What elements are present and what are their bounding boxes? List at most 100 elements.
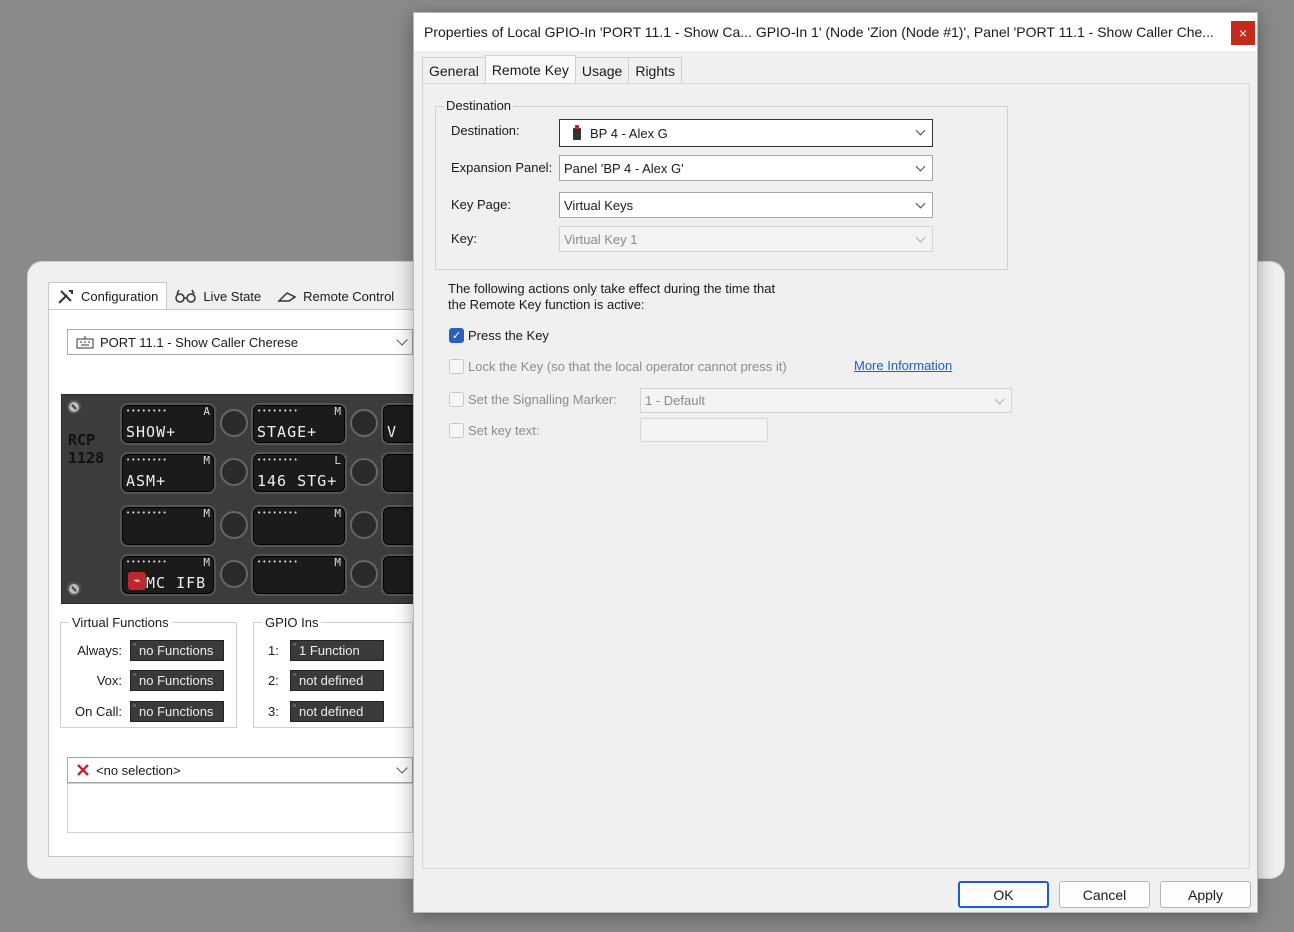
gpio-label: 2: bbox=[268, 673, 279, 688]
dialog-title: Properties of Local GPIO-In 'PORT 11.1 -… bbox=[424, 24, 1214, 40]
press-key-label: Press the Key bbox=[468, 328, 549, 343]
key-leds: •••••••• bbox=[126, 509, 168, 517]
key-knob[interactable] bbox=[220, 409, 248, 437]
key-mode: L bbox=[334, 454, 341, 467]
key-knob[interactable] bbox=[350, 511, 378, 539]
key-select[interactable]: Virtual Key 1 bbox=[559, 226, 933, 252]
screw-icon bbox=[67, 400, 81, 414]
panel-key[interactable]: •••••••• M bbox=[120, 505, 216, 547]
panel-key[interactable]: •••••••• M bbox=[251, 554, 347, 596]
panel-key[interactable]: •••••••• M STAGE+ bbox=[251, 403, 347, 445]
set-key-text-checkbox-row[interactable]: Set key text: bbox=[449, 423, 540, 438]
properties-dialog: Properties of Local GPIO-In 'PORT 11.1 -… bbox=[413, 12, 1258, 913]
destination-group-title: Destination bbox=[444, 98, 514, 113]
lock-key-checkbox-row[interactable]: Lock the Key (so that the local operator… bbox=[449, 359, 787, 374]
selection-combo[interactable]: <no selection> bbox=[67, 757, 413, 783]
key-page-value: Virtual Keys bbox=[564, 197, 634, 213]
tab-remote-key[interactable]: Remote Key bbox=[484, 55, 576, 83]
tab-configuration[interactable]: Configuration bbox=[48, 282, 168, 310]
panel-key[interactable]: •••••••• M ⌁ MC IFB bbox=[120, 554, 216, 596]
chevron-down-icon bbox=[915, 232, 926, 243]
key-label: 146 STG+ bbox=[257, 472, 338, 490]
vf-value[interactable]: no Functions bbox=[130, 699, 224, 722]
tab-usage[interactable]: Usage bbox=[574, 57, 630, 83]
key-label: V bbox=[387, 423, 398, 441]
tab-live-state[interactable]: Live State bbox=[167, 282, 269, 310]
key-label: ASM+ bbox=[126, 472, 167, 490]
tools-icon bbox=[58, 289, 73, 304]
key-mode: M bbox=[334, 507, 341, 520]
more-information-link[interactable]: More Information bbox=[854, 358, 952, 373]
gpio-row: 1: 1 Function bbox=[268, 638, 384, 661]
expansion-panel-label: Expansion Panel: bbox=[451, 160, 553, 175]
panel-select[interactable]: PORT 11.1 - Show Caller Cherese bbox=[67, 329, 413, 355]
device-model-label: RCP 1128 bbox=[68, 431, 104, 467]
gpio-row: 2: not defined bbox=[268, 668, 384, 691]
gpio-value[interactable]: not defined bbox=[290, 668, 384, 691]
tab-general[interactable]: General bbox=[422, 57, 486, 83]
virtual-function-row: Vox: no Functions bbox=[97, 668, 224, 691]
panel-key[interactable]: •••••••• M bbox=[251, 505, 347, 547]
red-x-icon bbox=[77, 764, 89, 776]
lock-key-checkbox[interactable] bbox=[449, 359, 464, 374]
tab-rights[interactable]: Rights bbox=[628, 57, 683, 83]
gpio-value[interactable]: 1 Function bbox=[290, 638, 384, 661]
destination-value: BP 4 - Alex G bbox=[590, 125, 668, 141]
destination-select[interactable]: BP 4 - Alex G bbox=[559, 119, 933, 147]
press-key-checkbox[interactable]: ✓ bbox=[449, 328, 464, 343]
close-button[interactable]: × bbox=[1231, 21, 1255, 45]
screw-icon bbox=[67, 582, 81, 596]
key-knob[interactable] bbox=[220, 560, 248, 588]
close-icon: × bbox=[1238, 25, 1248, 41]
dialog-titlebar: Properties of Local GPIO-In 'PORT 11.1 -… bbox=[414, 13, 1257, 51]
apply-button[interactable]: Apply bbox=[1160, 881, 1251, 908]
key-mode: A bbox=[203, 405, 210, 418]
gpio-row: 3: not defined bbox=[268, 699, 384, 722]
key-mode: M bbox=[203, 454, 210, 467]
key-label: STAGE+ bbox=[257, 423, 318, 441]
ok-button[interactable]: OK bbox=[958, 881, 1049, 908]
signalling-marker-checkbox-row[interactable]: Set the Signalling Marker: bbox=[449, 392, 617, 407]
key-mode: M bbox=[203, 556, 210, 569]
panel-key[interactable]: •••••••• L 146 STG+ bbox=[251, 452, 347, 494]
set-key-text-checkbox[interactable] bbox=[449, 423, 464, 438]
key-leds: •••••••• bbox=[126, 558, 168, 566]
gpio-value[interactable]: not defined bbox=[290, 699, 384, 722]
gpio-ins-group: GPIO Ins 1: 1 Function 2: not defined 3:… bbox=[253, 615, 413, 728]
gpio-ins-title: GPIO Ins bbox=[265, 615, 319, 630]
key-knob[interactable] bbox=[350, 560, 378, 588]
key-leds: •••••••• bbox=[126, 456, 168, 464]
key-mode: M bbox=[334, 405, 341, 418]
gpio-label: 3: bbox=[268, 704, 279, 719]
vf-value[interactable]: no Functions bbox=[130, 638, 224, 661]
cancel-button[interactable]: Cancel bbox=[1059, 881, 1150, 908]
key-knob[interactable] bbox=[350, 409, 378, 437]
signalling-marker-checkbox[interactable] bbox=[449, 392, 464, 407]
chevron-down-icon bbox=[994, 394, 1005, 405]
key-label: MC IFB bbox=[146, 574, 207, 592]
signalling-marker-value: 1 - Default bbox=[645, 393, 705, 408]
panel-key[interactable]: •••••••• A SHOW+ bbox=[120, 403, 216, 445]
key-text-input[interactable] bbox=[640, 418, 768, 442]
expansion-panel-select[interactable]: Panel 'BP 4 - Alex G' bbox=[559, 155, 933, 181]
actions-note: The following actions only take effect d… bbox=[448, 281, 775, 313]
signalling-marker-label: Set the Signalling Marker: bbox=[468, 392, 617, 407]
key-leds: •••••••• bbox=[257, 509, 299, 517]
key-knob[interactable] bbox=[350, 458, 378, 486]
panel-key[interactable]: •••••••• M ASM+ bbox=[120, 452, 216, 494]
key-leds: •••••••• bbox=[257, 456, 299, 464]
destination-label: Destination: bbox=[451, 123, 520, 138]
tab-configuration-label: Configuration bbox=[81, 289, 159, 304]
signal-icon: ⌁ bbox=[128, 572, 146, 590]
press-key-checkbox-row[interactable]: ✓ Press the Key bbox=[449, 328, 549, 343]
key-knob[interactable] bbox=[220, 458, 248, 486]
signalling-marker-select[interactable]: 1 - Default bbox=[640, 388, 1012, 413]
key-knob[interactable] bbox=[220, 511, 248, 539]
glasses-icon bbox=[175, 289, 197, 303]
details-area bbox=[67, 783, 413, 833]
key-page-select[interactable]: Virtual Keys bbox=[559, 192, 933, 218]
gpio-label: 1: bbox=[268, 643, 279, 658]
tab-remote-control[interactable]: Remote Control bbox=[269, 282, 402, 310]
key-label: SHOW+ bbox=[126, 423, 177, 441]
vf-value[interactable]: no Functions bbox=[130, 668, 224, 691]
